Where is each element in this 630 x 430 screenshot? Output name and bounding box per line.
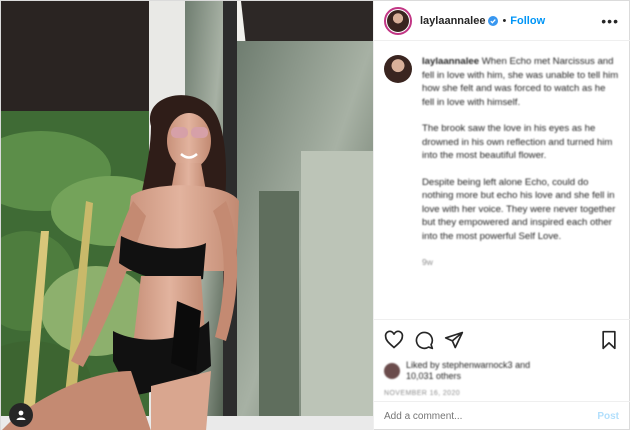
author-username[interactable]: laylaannalee	[420, 15, 485, 27]
action-icons	[384, 328, 619, 352]
verified-badge-icon	[488, 15, 499, 26]
user-silhouette-icon	[16, 410, 26, 420]
user-tag-icon[interactable]	[9, 403, 33, 427]
comment-icon[interactable]	[414, 330, 434, 350]
caption-username[interactable]: laylaannalee	[422, 56, 479, 67]
follow-button[interactable]: Follow	[510, 15, 545, 27]
heart-icon[interactable]	[384, 330, 404, 350]
separator-dot: •	[502, 14, 507, 27]
caption-paragraph: The brook saw the love in his eyes as he…	[422, 123, 613, 161]
likes-text: Liked by stephenwarnock3 and 10,031 othe…	[406, 360, 531, 381]
caption-paragraph: laylaannalee When Echo met Narcissus and…	[422, 56, 619, 108]
caption-timestamp: 9w	[422, 257, 433, 267]
post-sidebar: laylaannalee • Follow ••• laylaannalee W…	[373, 1, 630, 430]
more-options-icon[interactable]: •••	[601, 13, 619, 29]
author-avatar[interactable]	[384, 6, 412, 35]
caption: laylaannalee When Echo met Narcissus and…	[384, 55, 619, 270]
post-photo[interactable]	[1, 1, 373, 430]
bookmark-icon[interactable]	[599, 330, 619, 350]
add-comment-bar: Post	[374, 401, 630, 430]
caption-avatar[interactable]	[384, 55, 412, 83]
post-header: laylaannalee • Follow •••	[374, 1, 630, 41]
actions-bar: Liked by stephenwarnock3 and 10,031 othe…	[374, 319, 630, 397]
comments-section: laylaannalee When Echo met Narcissus and…	[374, 41, 630, 319]
share-icon[interactable]	[444, 330, 464, 350]
post-photo-illustration	[1, 1, 373, 430]
caption-paragraph: Despite being left alone Echo, could do …	[422, 176, 616, 242]
post-comment-button[interactable]: Post	[597, 411, 619, 422]
likes-summary[interactable]: Liked by stephenwarnock3 and 10,031 othe…	[384, 360, 619, 382]
caption-body: laylaannalee When Echo met Narcissus and…	[422, 55, 619, 270]
instagram-post: laylaannalee • Follow ••• laylaannalee W…	[0, 0, 630, 430]
add-comment-input[interactable]	[384, 411, 598, 422]
post-date: NOVEMBER 16, 2020	[384, 390, 461, 397]
liker-avatar[interactable]	[384, 363, 400, 379]
